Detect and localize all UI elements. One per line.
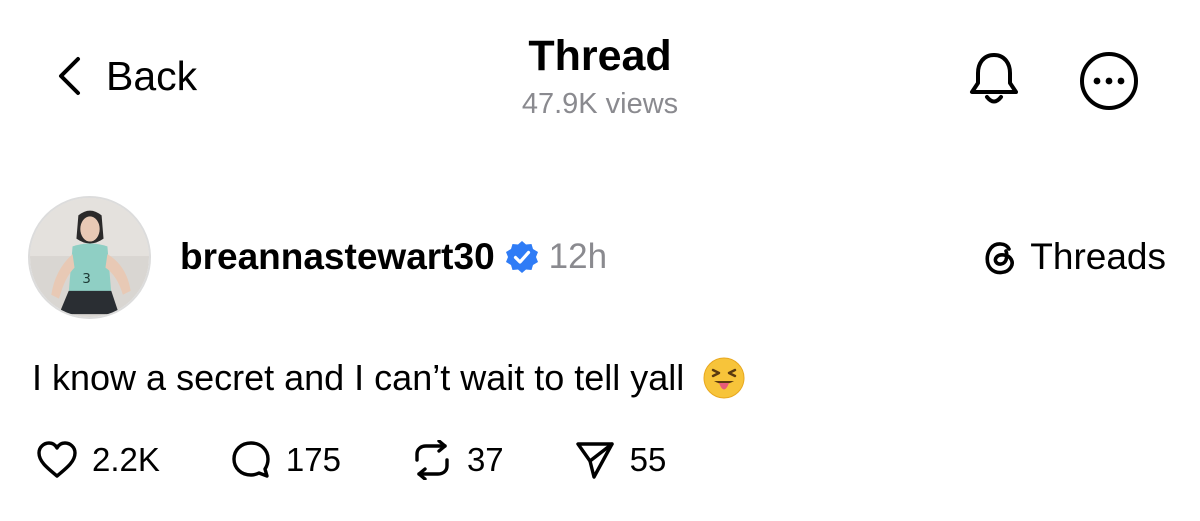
title-block: Thread 47.9K views — [0, 30, 1200, 122]
share-count: 55 — [629, 441, 667, 478]
post-text: I know a secret and I can’t wait to tell… — [32, 356, 746, 400]
page-title: Thread — [528, 32, 672, 80]
send-icon — [575, 442, 614, 479]
like-count: 2.2K — [92, 441, 160, 478]
view-count: 47.9K views — [521, 88, 679, 120]
post-time: 12h — [548, 237, 608, 276]
post-body: I know a secret and I can’t wait to tell… — [32, 357, 685, 398]
more-icon[interactable] — [1078, 50, 1140, 112]
avatar-photo: 3 — [30, 198, 149, 317]
reply-count: 175 — [285, 441, 341, 478]
threads-app-link[interactable]: Threads — [982, 234, 1166, 280]
threads-label: Threads — [1030, 236, 1166, 277]
svg-text:3: 3 — [82, 271, 91, 287]
bell-icon[interactable] — [968, 50, 1020, 108]
threads-logo-icon — [985, 242, 1015, 275]
verified-badge-icon — [505, 241, 538, 273]
heart-icon — [37, 441, 77, 478]
reply-button[interactable]: 175 — [230, 440, 341, 480]
repost-icon — [415, 440, 449, 480]
post-meta: breannastewart30 12h — [180, 234, 607, 280]
comment-icon — [232, 441, 270, 478]
like-button[interactable]: 2.2K — [36, 440, 160, 480]
share-button[interactable]: 55 — [574, 440, 667, 480]
squinting-tongue-emoji-icon — [703, 357, 745, 399]
repost-button[interactable]: 37 — [411, 440, 504, 480]
post-actions: 2.2K 175 37 55 — [36, 438, 666, 482]
repost-count: 37 — [466, 441, 504, 478]
username[interactable]: breannastewart30 — [180, 236, 495, 278]
avatar[interactable]: 3 — [28, 196, 151, 319]
thread-header: Back Thread 47.9K views — [0, 0, 1200, 140]
